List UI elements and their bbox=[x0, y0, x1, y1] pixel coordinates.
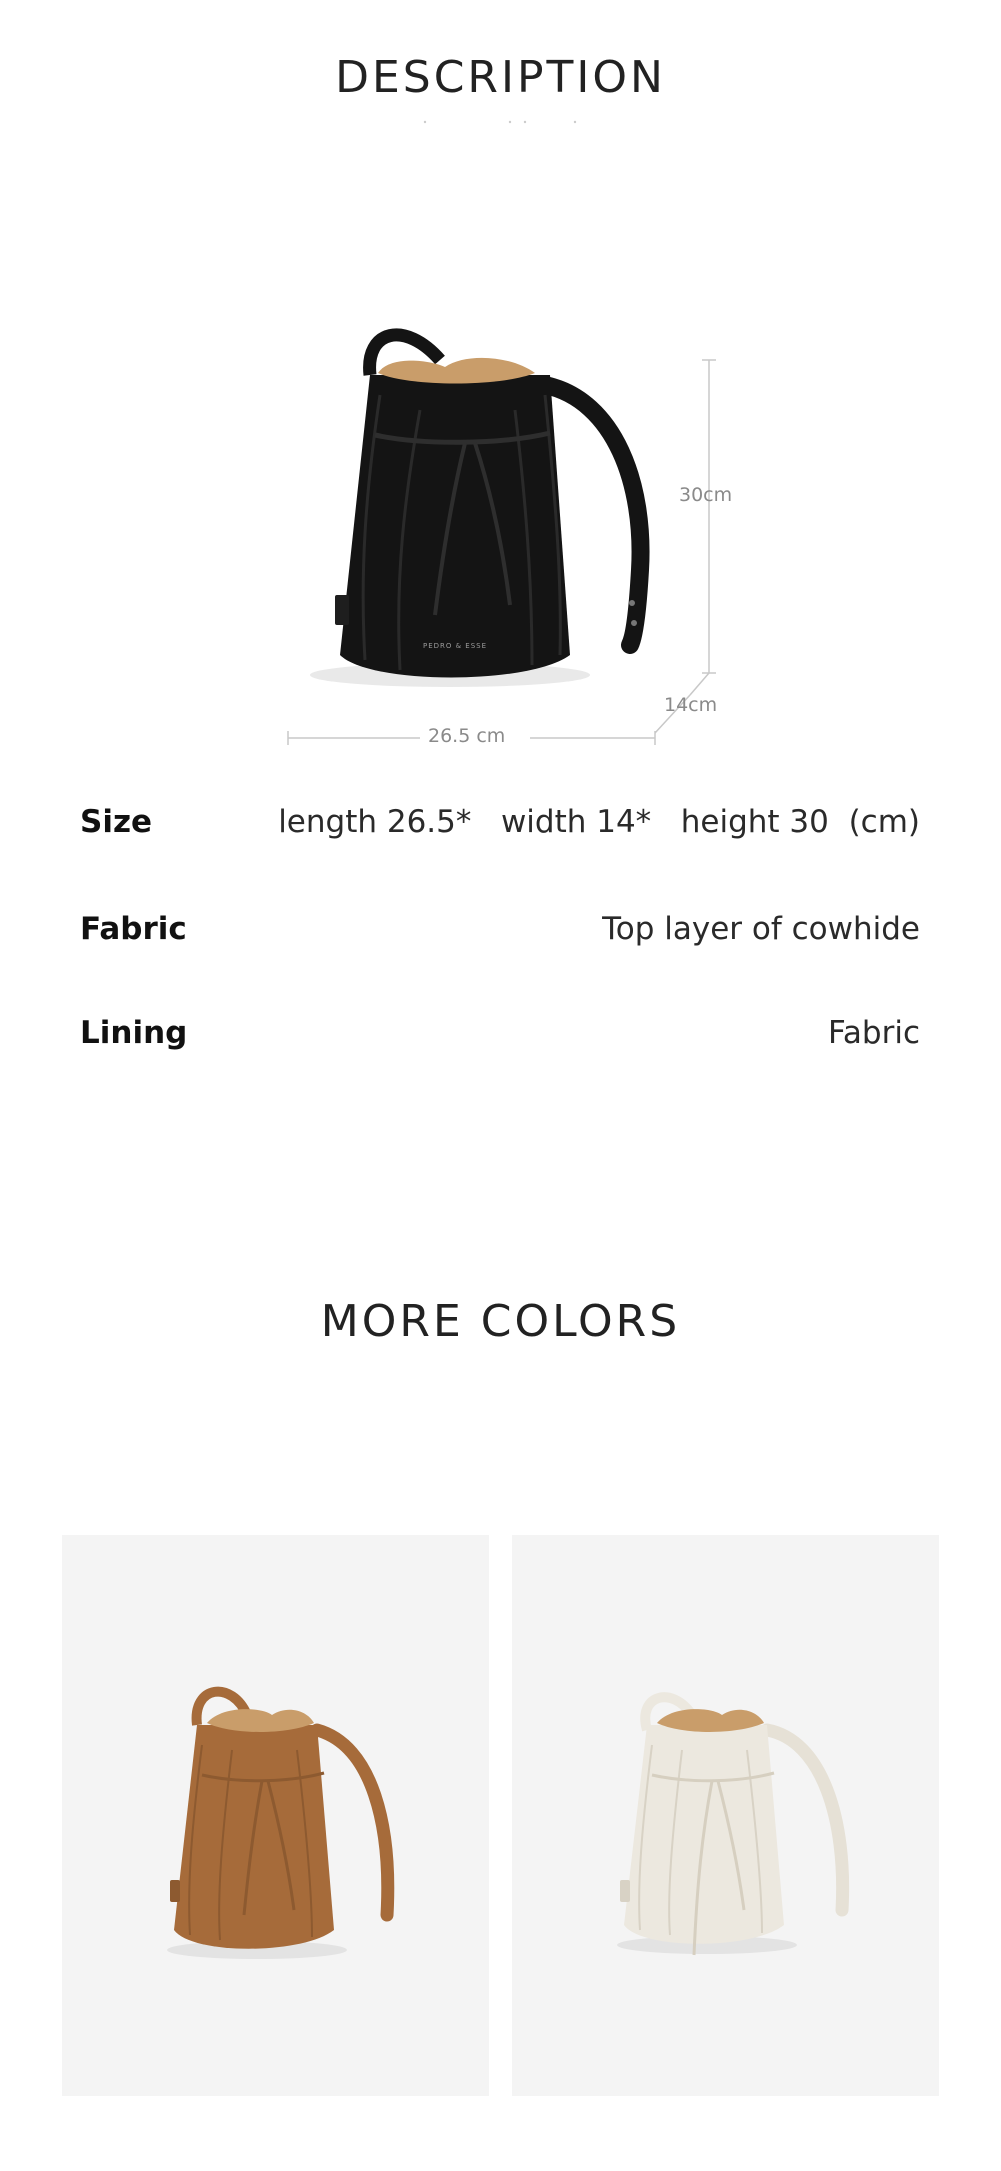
description-heading: DESCRIPTION bbox=[335, 52, 666, 103]
length-dimension-label: 26.5 cm bbox=[428, 725, 506, 747]
product-dimension-figure: PEDRO & ESSE bbox=[287, 328, 716, 751]
height-dimension-label: 30cm bbox=[679, 484, 733, 506]
spec-value: Fabric bbox=[827, 1015, 920, 1051]
color-option-cream[interactable] bbox=[512, 1535, 939, 2096]
bag-image-brown bbox=[167, 1686, 395, 1959]
spec-row-fabric: Fabric Top layer of cowhide bbox=[80, 911, 920, 955]
bag-side-buckle bbox=[335, 595, 349, 625]
spec-row-lining: Lining Fabric bbox=[80, 1015, 920, 1059]
spec-label: Lining bbox=[80, 1015, 188, 1051]
depth-dimension-label: 14cm bbox=[664, 694, 718, 716]
strap-hole bbox=[631, 620, 637, 626]
heading-decorative-dots bbox=[423, 120, 577, 124]
spec-label: Fabric bbox=[80, 911, 187, 947]
depth-dimension-line bbox=[689, 672, 710, 696]
spec-row-size: Size length 26.5* width 14* height 30 (c… bbox=[80, 804, 920, 848]
color-option-brown[interactable] bbox=[62, 1535, 489, 2096]
spec-value: length 26.5* width 14* height 30 (cm) bbox=[278, 804, 920, 840]
bag-image-cream bbox=[617, 1692, 850, 1956]
spec-label: Size bbox=[80, 804, 153, 840]
bag-body bbox=[340, 375, 570, 678]
strap-hole bbox=[629, 600, 635, 606]
spec-value: Top layer of cowhide bbox=[602, 911, 920, 947]
more-colors-heading: MORE COLORS bbox=[320, 1296, 681, 1347]
bag-brand-text: PEDRO & ESSE bbox=[423, 642, 487, 650]
